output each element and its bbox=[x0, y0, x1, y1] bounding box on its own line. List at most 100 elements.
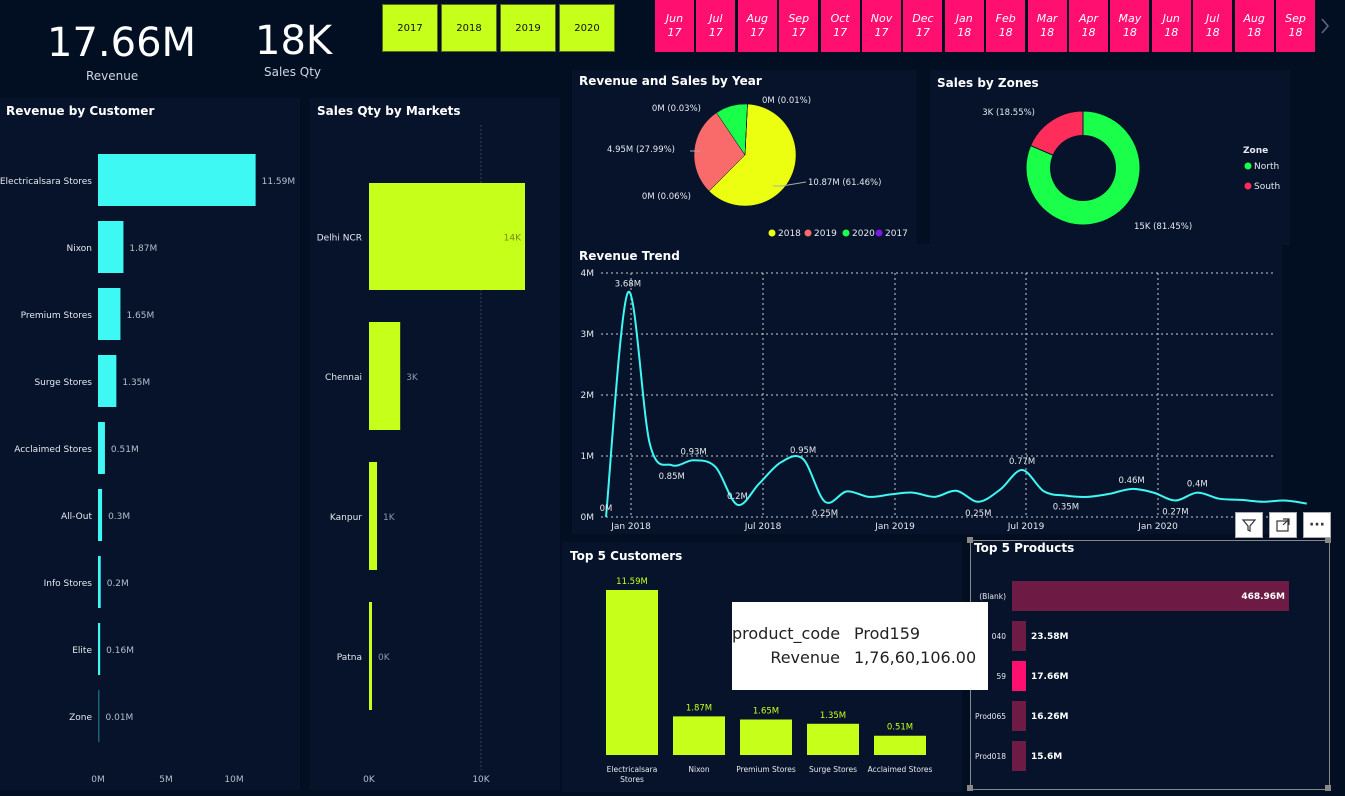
focus-mode-icon[interactable] bbox=[1269, 512, 1297, 538]
bar bbox=[1012, 701, 1026, 731]
category-label: Premium Stores bbox=[736, 765, 796, 774]
point-label: 0.27M bbox=[1162, 508, 1188, 518]
bar bbox=[1012, 621, 1026, 651]
bar bbox=[369, 183, 525, 290]
data-label: 468.96M bbox=[1241, 592, 1285, 602]
point-label: 0.4M bbox=[1187, 480, 1208, 490]
legend-label: 2017 bbox=[885, 229, 908, 239]
category-label: Premium Stores bbox=[21, 311, 93, 321]
bar bbox=[740, 719, 792, 755]
bar bbox=[98, 422, 105, 474]
category-label: Stores bbox=[620, 775, 644, 784]
bar bbox=[1012, 661, 1026, 691]
x-tick-label: Jan 2019 bbox=[874, 522, 915, 532]
data-label: 14K bbox=[504, 234, 522, 244]
data-label: 11.59M bbox=[616, 577, 648, 587]
point-label: 0.46M bbox=[1118, 476, 1144, 486]
data-label: 1.35M bbox=[122, 378, 150, 388]
bar bbox=[369, 462, 378, 570]
bar bbox=[369, 602, 372, 710]
legend-label: 2018 bbox=[778, 229, 801, 239]
tooltip-value: 1,76,60,106.00 bbox=[854, 648, 977, 667]
x-tick-label: 0M bbox=[91, 775, 105, 785]
category-label: Zone bbox=[69, 713, 92, 723]
category-label: Elite bbox=[72, 646, 92, 656]
category-label: Acclaimed Stores bbox=[14, 445, 92, 455]
category-label: Prod018 bbox=[975, 752, 1006, 761]
resize-handle bbox=[967, 537, 973, 543]
data-label: 3K bbox=[406, 373, 419, 383]
legend-label: North bbox=[1254, 162, 1279, 172]
data-label: 15K (81.45%) bbox=[1134, 222, 1192, 232]
bar bbox=[98, 154, 256, 206]
legend-marker bbox=[842, 229, 850, 237]
bar bbox=[98, 623, 101, 675]
data-label: 1.65M bbox=[753, 707, 779, 717]
data-label: 0M (0.06%) bbox=[642, 192, 691, 202]
data-label: 16.26M bbox=[1031, 712, 1068, 722]
data-label: 1.65M bbox=[126, 311, 154, 321]
charts-canvas: Electricalsara Stores 11.59M Nixon 1.87M Pre… bbox=[0, 96, 1331, 791]
data-label: 0M (0.01%) bbox=[762, 96, 811, 106]
legend-label: South bbox=[1254, 182, 1280, 192]
bar bbox=[98, 489, 103, 541]
legend-marker bbox=[1244, 182, 1252, 190]
point-label: 0.25M bbox=[965, 509, 991, 519]
category-label: Electricalsara Stores bbox=[0, 177, 92, 187]
data-label: 1.35M bbox=[820, 711, 846, 721]
point-label: 0.25M bbox=[812, 509, 838, 519]
point-label: 0.93M bbox=[680, 447, 706, 457]
data-label: 1K bbox=[383, 513, 396, 523]
point-label: 0M bbox=[600, 504, 613, 514]
legend-label: 2019 bbox=[814, 229, 837, 239]
legend-marker bbox=[804, 229, 812, 237]
data-label: 4.95M (27.99%) bbox=[607, 145, 675, 155]
bar bbox=[606, 590, 658, 755]
y-tick-label: 0M bbox=[581, 513, 595, 523]
category-label: Nixon bbox=[688, 765, 709, 774]
bar bbox=[874, 735, 926, 755]
x-tick-label: Jul 2019 bbox=[1007, 522, 1045, 532]
point-label: 0.2M bbox=[727, 492, 748, 502]
legend-label: 2020 bbox=[852, 229, 875, 239]
filter-icon[interactable] bbox=[1235, 512, 1263, 538]
category-label: Surge Stores bbox=[809, 765, 857, 774]
tooltip-key: product_code bbox=[732, 624, 841, 643]
bar bbox=[1012, 741, 1026, 771]
more-options-icon[interactable]: ··· bbox=[1303, 512, 1331, 538]
bar bbox=[369, 322, 401, 430]
y-tick-label: 4M bbox=[581, 269, 595, 279]
data-label: 0.3M bbox=[108, 512, 130, 522]
data-label: 0.01M bbox=[106, 713, 134, 723]
bar bbox=[98, 556, 101, 608]
category-label: Surge Stores bbox=[34, 378, 92, 388]
resize-handle bbox=[967, 785, 973, 791]
data-label: 1.87M bbox=[129, 244, 157, 254]
resize-handle bbox=[1325, 785, 1331, 791]
category-label: 59 bbox=[996, 672, 1006, 681]
data-label: 3K (18.55%) bbox=[982, 108, 1035, 118]
category-label: All-Out bbox=[61, 512, 92, 522]
x-tick-label: 0K bbox=[363, 775, 376, 785]
data-label: 23.58M bbox=[1031, 632, 1068, 642]
data-label: 0.51M bbox=[111, 445, 139, 455]
bar bbox=[98, 690, 100, 742]
point-label: 0.35M bbox=[1053, 503, 1079, 513]
y-tick-label: 2M bbox=[581, 391, 595, 401]
category-label: Prod065 bbox=[975, 712, 1006, 721]
donut-hole bbox=[1050, 135, 1116, 201]
data-label: 0K bbox=[378, 653, 391, 663]
legend-title: Zone bbox=[1243, 146, 1268, 156]
category-label: Nixon bbox=[67, 244, 93, 254]
data-label: 17.66M bbox=[1031, 672, 1068, 682]
point-label: 0.85M bbox=[659, 472, 685, 482]
category-label: Electricalsara bbox=[607, 765, 658, 774]
bar bbox=[98, 288, 121, 340]
bar bbox=[807, 723, 859, 755]
legend-marker bbox=[1244, 162, 1252, 170]
category-label: Acclaimed Stores bbox=[868, 765, 933, 774]
category-label: Patna bbox=[337, 653, 362, 663]
data-label: 10.87M (61.46%) bbox=[808, 178, 881, 188]
bar bbox=[673, 716, 725, 755]
x-tick-label: 10M bbox=[224, 775, 243, 785]
